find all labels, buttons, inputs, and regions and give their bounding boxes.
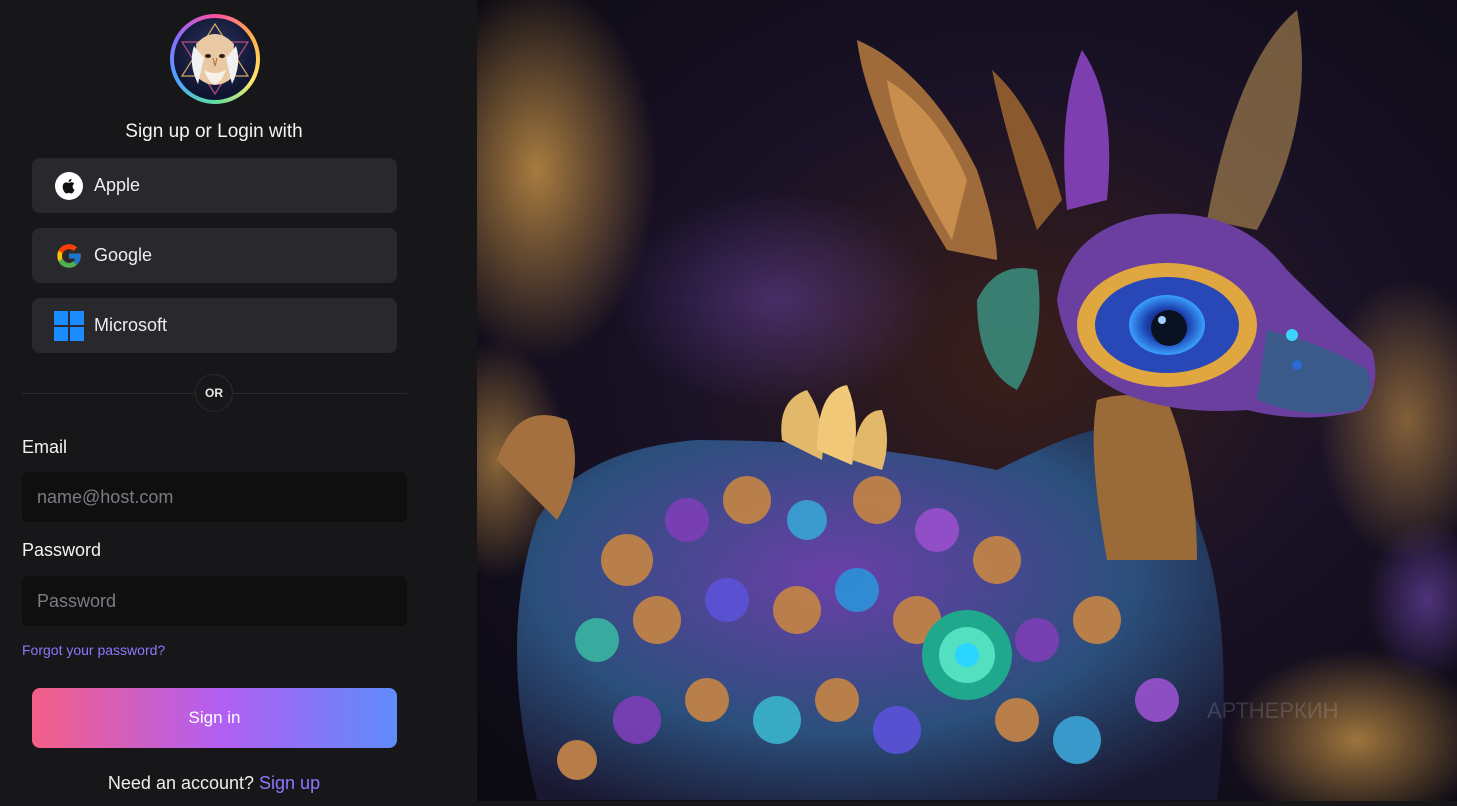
microsoft-icon [54,310,84,341]
google-login-label: Google [94,245,153,265]
password-field[interactable] [22,576,407,626]
password-label: Password [22,540,102,560]
signup-prompt-text: Need an account? [107,773,255,793]
google-icon [54,241,84,271]
app-logo [170,14,260,104]
or-divider: OR [195,374,233,412]
signup-prompt: Need an account? Sign up [0,773,428,794]
login-title: Sign up or Login with [125,121,303,142]
login-panel: Sign up or Login with Apple Google Micro… [0,0,477,801]
hero-image: АРТНЕРКИН [417,0,1457,806]
google-login-button[interactable]: Google [32,228,397,283]
apple-icon [54,171,84,201]
microsoft-login-button[interactable]: Microsoft [32,298,397,353]
sign-in-button[interactable]: Sign in [32,688,397,748]
forgot-password-link[interactable]: Forgot your password? [22,642,165,658]
watermark-text: АРТНЕРКИН [1207,698,1339,723]
email-label: Email [22,437,68,457]
apple-login-label: Apple [94,175,141,195]
sign-up-link[interactable]: Sign up [259,773,320,793]
microsoft-login-label: Microsoft [94,315,168,335]
email-field[interactable] [22,472,407,522]
hero-illustration: АРТНЕРКИН [417,0,1457,806]
apple-login-button[interactable]: Apple [32,158,397,213]
